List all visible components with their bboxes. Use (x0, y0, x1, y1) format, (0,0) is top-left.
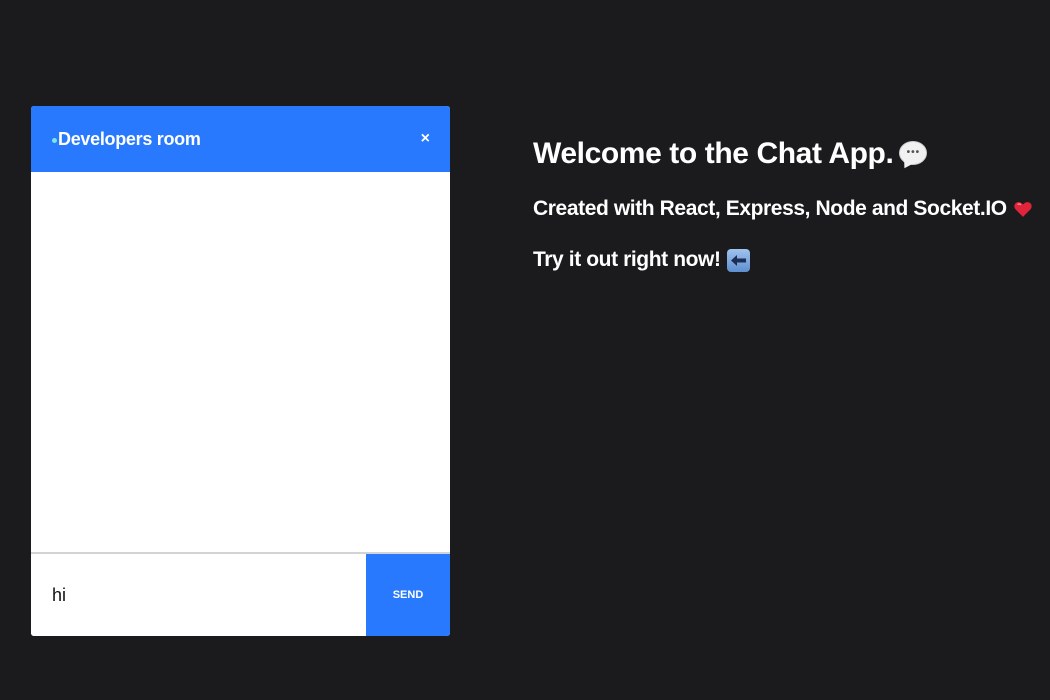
send-button[interactable]: SEND (366, 554, 450, 636)
left-arrow-icon (726, 248, 750, 272)
call-to-action-text: Try it out right now! (533, 248, 721, 271)
message-input[interactable] (31, 554, 366, 636)
tech-stack-heading: Created with React, Express, Node and So… (533, 197, 1033, 221)
chat-header: Developers room × (31, 106, 450, 172)
page: Developers room × SEND Welcome to the Ch… (0, 0, 1050, 700)
tech-stack-text: Created with React, Express, Node and So… (533, 197, 1007, 220)
room-name: Developers room (58, 128, 201, 149)
call-to-action: Try it out right now! (533, 248, 1033, 272)
close-icon[interactable]: × (421, 131, 430, 147)
message-composer: SEND (31, 552, 450, 636)
red-heart-icon (1013, 199, 1033, 219)
message-list[interactable] (31, 172, 450, 552)
speech-balloon-icon: ••• (899, 141, 928, 171)
welcome-heading: Welcome to the Chat App. ••• (533, 132, 1033, 176)
intro-panel: Welcome to the Chat App. ••• Created wit… (533, 132, 1033, 272)
online-status-icon (52, 137, 57, 143)
welcome-heading-text: Welcome to the Chat App. (533, 137, 894, 170)
chat-window: Developers room × SEND (31, 106, 450, 636)
